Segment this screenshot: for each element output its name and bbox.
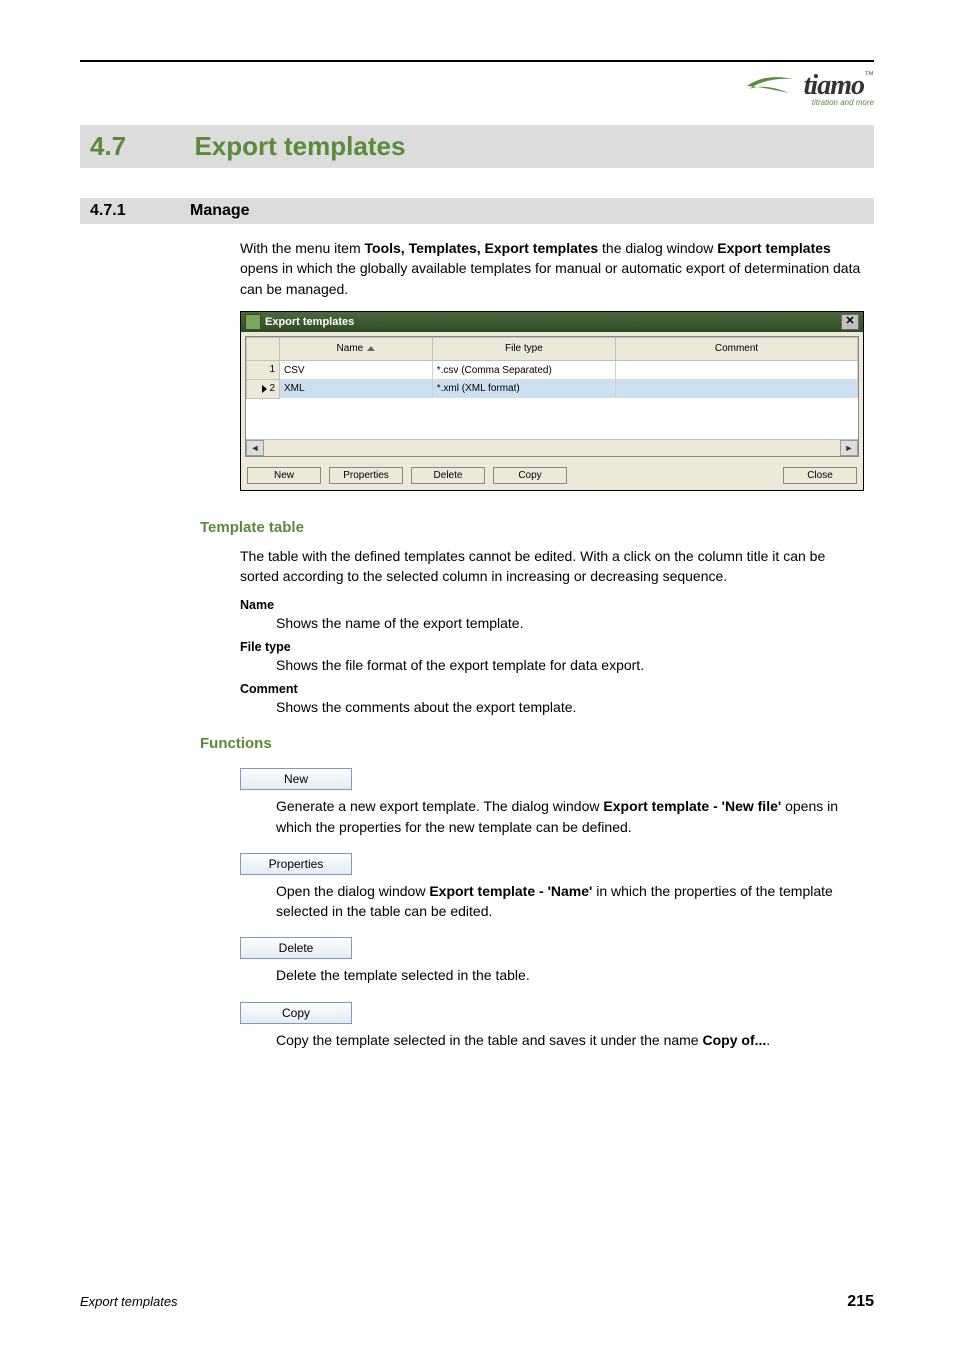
functions-heading: Functions xyxy=(200,735,874,752)
table-row[interactable]: 1CSV*.csv (Comma Separated) xyxy=(247,360,858,379)
page-footer: Export templates 215 xyxy=(80,1293,874,1311)
def-filetype-term: File type xyxy=(240,640,864,654)
def-comment-body: Shows the comments about the export temp… xyxy=(276,698,864,718)
scroll-left-icon[interactable]: ◄ xyxy=(246,440,264,456)
cell-name: XML xyxy=(280,379,433,398)
table-row[interactable]: 2XML*.xml (XML format) xyxy=(247,379,858,398)
properties-button[interactable]: Properties xyxy=(329,467,403,484)
horizontal-scrollbar[interactable]: ◄ ► xyxy=(246,439,858,456)
def-comment-term: Comment xyxy=(240,682,864,696)
cell-comment xyxy=(616,379,858,398)
cell-filetype: *.csv (Comma Separated) xyxy=(432,360,615,379)
cell-comment xyxy=(616,360,858,379)
top-rule xyxy=(80,60,874,62)
def-name-term: Name xyxy=(240,598,864,612)
delete-button[interactable]: Delete xyxy=(411,467,485,484)
row-pointer-icon xyxy=(262,385,267,393)
col-header-name[interactable]: Name xyxy=(280,337,433,360)
sort-asc-icon xyxy=(367,346,375,351)
fn-properties-desc: Open the dialog window Export template -… xyxy=(276,881,864,922)
intro-paragraph: With the menu item Tools, Templates, Exp… xyxy=(240,238,864,299)
fn-new-desc: Generate a new export template. The dial… xyxy=(276,796,864,837)
scroll-right-icon[interactable]: ► xyxy=(840,440,858,456)
fn-delete-button[interactable]: Delete xyxy=(240,937,352,959)
close-icon[interactable]: ✕ xyxy=(841,314,859,330)
def-filetype-body: Shows the file format of the export temp… xyxy=(276,656,864,676)
close-button[interactable]: Close xyxy=(783,467,857,484)
copy-button[interactable]: Copy xyxy=(493,467,567,484)
fn-properties-button[interactable]: Properties xyxy=(240,853,352,875)
subsection-number: 4.7.1 xyxy=(90,202,190,220)
fn-copy-desc: Copy the template selected in the table … xyxy=(276,1030,864,1050)
dialog-app-icon xyxy=(245,314,261,330)
dialog-button-row: New Properties Delete Copy Close xyxy=(241,461,863,490)
template-table-para: The table with the defined templates can… xyxy=(240,546,864,587)
def-name-body: Shows the name of the export template. xyxy=(276,614,864,634)
subsection-title-text: Manage xyxy=(190,202,250,220)
section-heading: 4.7 Export templates xyxy=(80,125,874,168)
dialog-titlebar: Export templates ✕ xyxy=(241,312,863,332)
brand-logo: tiamo™ titration and more xyxy=(80,70,874,107)
logo-tm: ™ xyxy=(864,70,874,81)
row-header-blank[interactable] xyxy=(247,337,280,360)
new-button[interactable]: New xyxy=(247,467,321,484)
row-number-cell: 2 xyxy=(247,379,280,398)
col-header-filetype[interactable]: File type xyxy=(432,337,615,360)
row-number-cell: 1 xyxy=(247,360,280,379)
page-number: 215 xyxy=(847,1293,874,1311)
templates-table: Name File type Comment 1CSV*.csv (Comma … xyxy=(246,337,858,399)
logo-swoosh-icon xyxy=(745,73,795,104)
section-title-text: Export templates xyxy=(194,131,405,161)
dialog-title: Export templates xyxy=(265,316,354,328)
template-table-heading: Template table xyxy=(200,519,874,536)
cell-name: CSV xyxy=(280,360,433,379)
footer-section-name: Export templates xyxy=(80,1294,178,1309)
logo-brand-text: tiamo xyxy=(804,70,864,101)
col-header-comment[interactable]: Comment xyxy=(616,337,858,360)
cell-filetype: *.xml (XML format) xyxy=(432,379,615,398)
fn-new-button[interactable]: New xyxy=(240,768,352,790)
export-templates-dialog: Export templates ✕ Name File type Commen… xyxy=(240,311,864,491)
section-number: 4.7 xyxy=(90,131,190,162)
logo-subtitle: titration and more xyxy=(804,98,874,107)
subsection-heading: 4.7.1 Manage xyxy=(80,198,874,224)
fn-delete-desc: Delete the template selected in the tabl… xyxy=(276,965,864,985)
fn-copy-button[interactable]: Copy xyxy=(240,1002,352,1024)
